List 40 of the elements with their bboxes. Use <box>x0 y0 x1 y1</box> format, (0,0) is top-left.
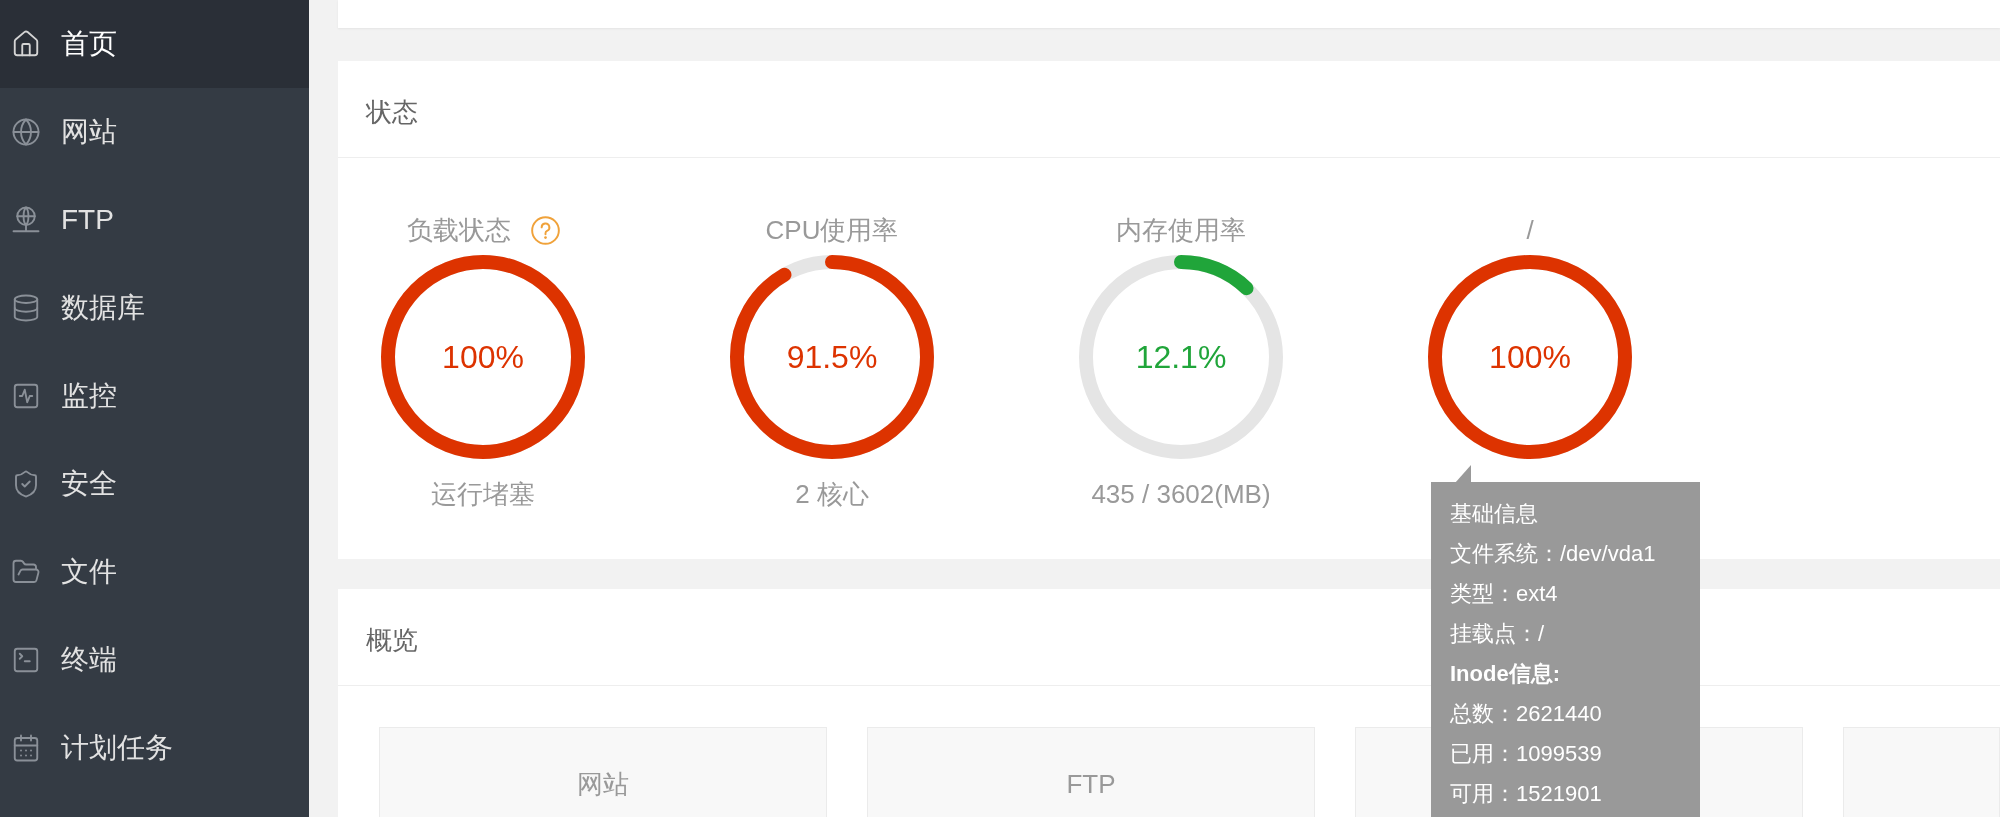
sidebar-item[interactable]: 首页 <box>0 0 309 88</box>
database-icon <box>11 293 41 323</box>
gauge-value: 100% <box>442 338 524 377</box>
sidebar-item[interactable]: 安全 <box>0 440 309 528</box>
calendar-icon <box>11 733 41 763</box>
sidebar-item[interactable]: 网站 <box>0 88 309 176</box>
tooltip-line: 已用：1099539 <box>1450 740 1602 768</box>
sidebar-item[interactable]: FTP <box>0 176 309 264</box>
gauge-caption: 2 核心 <box>795 478 869 511</box>
sidebar-item[interactable]: 终端 <box>0 616 309 704</box>
tooltip-line: 基础信息 <box>1450 500 1538 528</box>
gauge-value: 91.5% <box>786 338 878 377</box>
sidebar-item[interactable]: 数据库 <box>0 264 309 352</box>
sidebar-item[interactable]: 计划任务 <box>0 704 309 792</box>
gauge-caption: 运行堵塞 <box>431 478 535 511</box>
tooltip-line: 挂载点：/ <box>1450 620 1545 648</box>
gauge-title: / <box>1526 214 1534 247</box>
tooltip-line: 总数：2621440 <box>1450 700 1602 728</box>
help-icon[interactable] <box>530 215 560 245</box>
tooltip-line: 文件系统：/dev/vda1 <box>1450 540 1656 568</box>
tile-title: FTP <box>1066 768 1116 801</box>
sidebar-item[interactable]: 监控 <box>0 352 309 440</box>
tile-title: 网站 <box>577 768 629 801</box>
gauge-value: 12.1% <box>1135 338 1227 377</box>
home-icon <box>11 29 41 59</box>
tooltip-line: 类型：ext4 <box>1450 580 1558 608</box>
tooltip-line: 可用：1521901 <box>1450 780 1602 808</box>
gauge-title: 内存使用率 <box>1116 214 1246 247</box>
gauge-caption: 435 / 3602(MB) <box>1091 478 1271 511</box>
terminal-icon <box>11 645 41 675</box>
section-title: 概览 <box>366 623 418 657</box>
gauge-title: CPU使用率 <box>765 214 899 247</box>
gauge-title: 负载状态 <box>406 214 511 247</box>
gauge-value: 100% <box>1489 338 1571 377</box>
tooltip-line: Inode信息: <box>1450 660 1560 688</box>
activity-chart-icon <box>11 381 41 411</box>
section-title: 状态 <box>366 95 418 129</box>
network-globe-icon <box>11 205 41 235</box>
sidebar-item[interactable]: 文件 <box>0 528 309 616</box>
globe-icon <box>11 117 41 147</box>
